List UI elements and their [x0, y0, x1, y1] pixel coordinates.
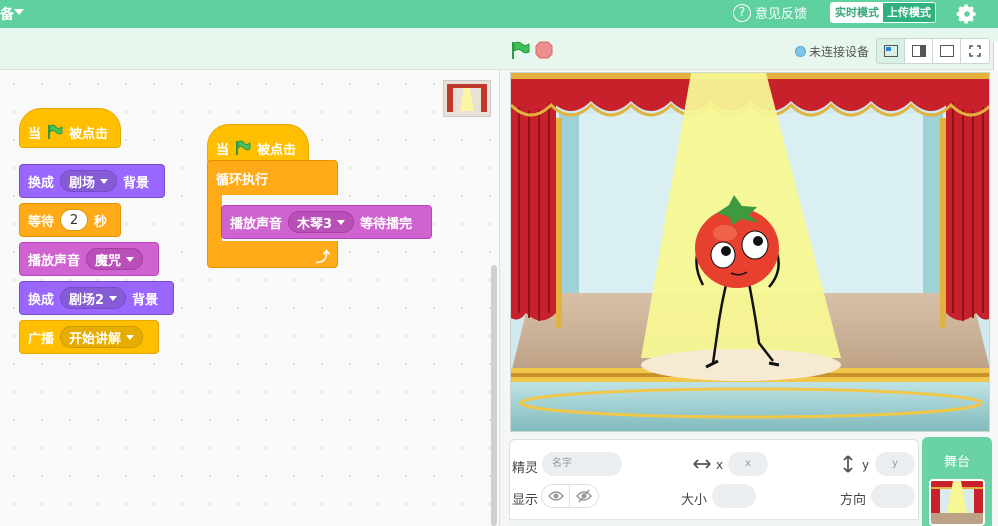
- chevron-down-icon[interactable]: [14, 9, 24, 15]
- green-flag-icon: [236, 140, 251, 155]
- sprite-list-strip: [509, 519, 919, 526]
- block-text: 循环执行: [216, 173, 269, 188]
- switch-backdrop-block[interactable]: 换成 剧场 背景: [19, 164, 165, 198]
- play-sound-block[interactable]: 播放声音 魔咒: [19, 242, 159, 276]
- block-text: 被点击: [69, 126, 109, 142]
- when-flag-clicked-block-2[interactable]: 当 被点击: [207, 124, 309, 164]
- block-text: 换成: [28, 292, 55, 308]
- connection-status-label: 未连接设备: [809, 45, 870, 59]
- size-input[interactable]: [712, 484, 756, 508]
- block-text: 换成: [28, 175, 55, 191]
- x-input[interactable]: x: [728, 452, 768, 476]
- fullscreen-icon[interactable]: [961, 39, 989, 63]
- block-text: 等待播完: [360, 216, 413, 232]
- block-text: 广播: [28, 331, 55, 347]
- dropdown-value: 剧场2: [69, 292, 105, 308]
- green-flag-icon: [48, 124, 63, 139]
- stage-toolbar: 未连接设备: [0, 28, 998, 70]
- block-text: 被点击: [257, 142, 297, 158]
- feedback-button[interactable]: ? 意见反馈: [733, 3, 807, 22]
- broadcast-block[interactable]: 广播 开始讲解: [19, 320, 159, 354]
- large-stage-icon[interactable]: [905, 39, 933, 63]
- direction-label: 方向: [840, 493, 867, 508]
- stage-selector[interactable]: 舞台: [922, 437, 992, 526]
- chevron-down-icon: [337, 219, 346, 225]
- block-text: 当: [28, 126, 42, 142]
- stage-thumbnail[interactable]: [443, 80, 491, 117]
- chevron-down-icon: [109, 295, 118, 301]
- block-text: 当: [216, 142, 230, 158]
- wait-seconds-input[interactable]: 2: [60, 209, 89, 231]
- dropdown-value: 木琴3: [297, 216, 333, 232]
- visibility-toggle: [541, 484, 599, 508]
- block-text: 背景: [132, 292, 159, 308]
- menu-label-cut[interactable]: 备: [0, 4, 14, 24]
- stage-layout-switcher: [876, 38, 990, 64]
- sprite-label: 精灵: [512, 461, 539, 476]
- chevron-down-icon: [100, 178, 109, 184]
- backdrop-thumbnail[interactable]: [929, 479, 985, 526]
- wait-block[interactable]: 等待 2 秒: [19, 203, 121, 237]
- sprite-name-input[interactable]: 名字: [542, 452, 622, 476]
- panel-edge: [993, 42, 998, 70]
- block-text: 等待: [28, 214, 55, 230]
- vertical-arrows-icon: [843, 455, 853, 473]
- upload-mode-button[interactable]: 上传模式: [883, 3, 935, 22]
- green-flag-icon[interactable]: [510, 40, 530, 60]
- play-sound-until-done-block[interactable]: 播放声音 木琴3 等待播完: [221, 205, 432, 239]
- question-circle-icon: ?: [733, 3, 751, 22]
- dropdown-value: 魔咒: [95, 253, 122, 269]
- horizontal-arrows-icon: [693, 459, 711, 469]
- gear-icon[interactable]: [956, 3, 978, 25]
- dropdown-value: 剧场: [69, 175, 96, 191]
- sound-dropdown[interactable]: 魔咒: [86, 248, 144, 270]
- dropdown-value: 开始讲解: [69, 331, 122, 347]
- stop-icon[interactable]: [535, 41, 553, 59]
- small-stage-icon[interactable]: [877, 39, 905, 63]
- show-label: 显示: [512, 493, 539, 508]
- backdrop-dropdown[interactable]: 剧场: [60, 170, 118, 192]
- y-input[interactable]: y: [875, 452, 915, 476]
- stage-only-icon[interactable]: [933, 39, 961, 63]
- realtime-mode-button[interactable]: 实时模式: [831, 3, 883, 22]
- loop-arrow-icon: ⤴: [316, 250, 330, 266]
- x-label: x: [716, 458, 724, 472]
- message-dropdown[interactable]: 开始讲解: [60, 326, 144, 348]
- block-text: 播放声音: [230, 216, 283, 232]
- direction-input[interactable]: [871, 484, 915, 508]
- eye-slash-icon[interactable]: [570, 485, 598, 507]
- eye-icon[interactable]: [542, 485, 571, 507]
- stage-canvas[interactable]: [510, 72, 990, 432]
- block-text: 背景: [123, 175, 150, 191]
- block-text: 播放声音: [28, 253, 81, 269]
- stage-label: 舞台: [943, 455, 970, 470]
- backdrop-dropdown[interactable]: 剧场2: [60, 287, 127, 309]
- feedback-label: 意见反馈: [755, 7, 808, 22]
- switch-backdrop-block-2[interactable]: 换成 剧场2 背景: [19, 281, 174, 315]
- sound-dropdown[interactable]: 木琴3: [288, 211, 355, 233]
- size-label: 大小: [681, 493, 708, 508]
- when-flag-clicked-block[interactable]: 当 被点击: [19, 108, 121, 148]
- connection-status[interactable]: 未连接设备: [795, 43, 869, 60]
- workspace-scrollbar[interactable]: [491, 265, 497, 526]
- connection-dot-icon: [795, 46, 806, 57]
- y-label: y: [862, 458, 870, 472]
- mode-toggle[interactable]: 实时模式 上传模式: [830, 2, 936, 23]
- block-text: 秒: [94, 214, 108, 230]
- chevron-down-icon: [126, 334, 135, 340]
- chevron-down-icon: [126, 256, 135, 262]
- top-menu-bar: 备 ? 意见反馈 实时模式 上传模式: [0, 0, 998, 28]
